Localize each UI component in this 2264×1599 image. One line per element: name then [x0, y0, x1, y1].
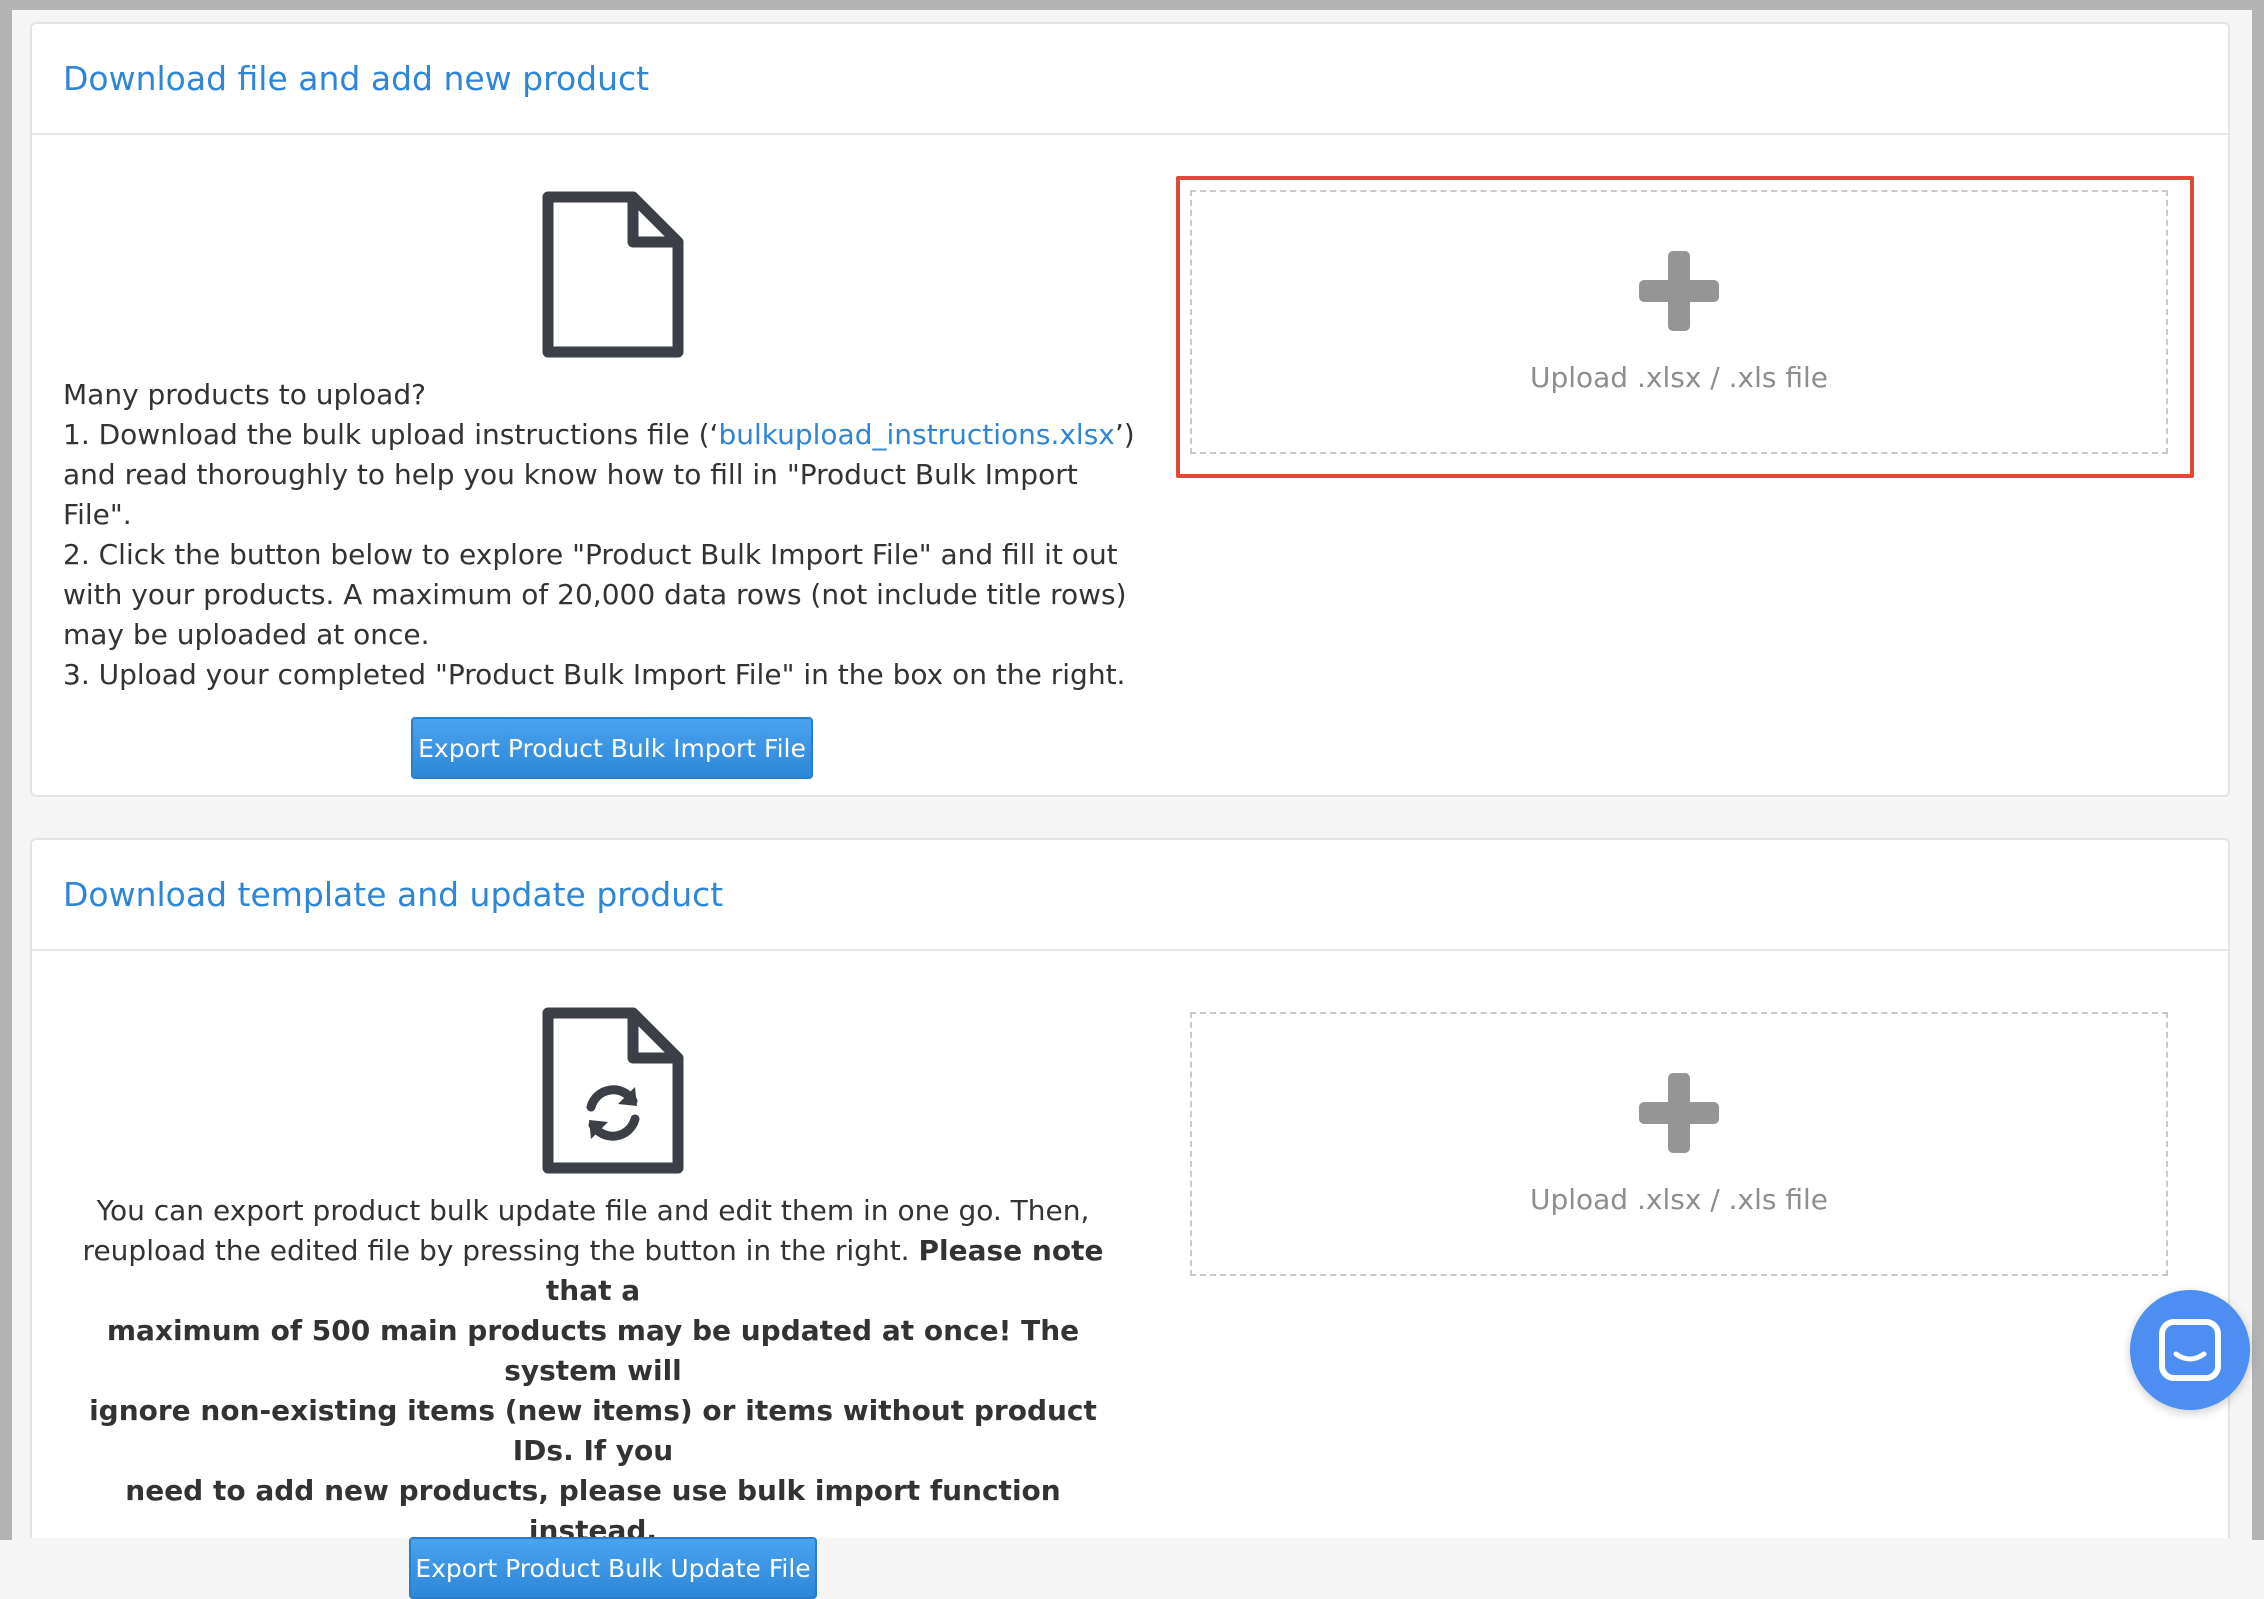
plus-icon: [1639, 250, 1719, 331]
add-product-panel-header: Download file and add new product: [32, 24, 2228, 135]
instructions-step1: 1. Download the bulk upload instructions…: [63, 418, 1135, 451]
upload-update-dropzone[interactable]: Upload .xlsx / .xls file: [1190, 1012, 2168, 1276]
instructions-intro: Many products to upload?: [63, 378, 426, 411]
instructions-step2-cont: with your products. A maximum of 20,000 …: [63, 578, 1127, 611]
instructions-step2-cont2: may be uploaded at once.: [63, 618, 430, 651]
chat-icon: [2159, 1319, 2221, 1381]
instructions-step2: 2. Click the button below to explore "Pr…: [63, 538, 1118, 571]
file-sync-icon: [542, 1007, 684, 1174]
update-line2: reupload the edited file by pressing the…: [82, 1234, 1104, 1307]
upload-import-label: Upload .xlsx / .xls file: [1529, 360, 1829, 394]
add-product-panel: Download file and add new product Many p…: [30, 22, 2230, 797]
update-product-panel: Download template and update product You…: [30, 838, 2230, 1599]
update-product-title: Download template and update product: [63, 875, 724, 914]
update-line1: You can export product bulk update file …: [96, 1194, 1090, 1227]
upload-import-dropzone[interactable]: Upload .xlsx / .xls file: [1190, 190, 2168, 454]
chat-button[interactable]: [2130, 1290, 2250, 1410]
update-line3: maximum of 500 main products may be upda…: [106, 1314, 1080, 1387]
instructions-step1-cont: and read thoroughly to help you know how…: [63, 458, 1078, 531]
add-product-title: Download file and add new product: [63, 59, 650, 98]
export-bulk-import-button[interactable]: Export Product Bulk Import File: [411, 717, 813, 779]
update-product-panel-header: Download template and update product: [32, 840, 2228, 951]
instructions-step3: 3. Upload your completed "Product Bulk I…: [63, 658, 1126, 691]
upload-update-label: Upload .xlsx / .xls file: [1529, 1182, 1829, 1216]
update-text: You can export product bulk update file …: [63, 1191, 1123, 1551]
instructions-file-link[interactable]: bulkupload_instructions.xlsx: [718, 418, 1114, 451]
export-bulk-update-button[interactable]: Export Product Bulk Update File: [409, 1537, 817, 1599]
file-icon: [542, 191, 684, 358]
plus-icon: [1639, 1072, 1719, 1153]
update-line4: ignore non-existing items (new items) or…: [89, 1394, 1097, 1467]
instructions-text: Many products to upload? 1. Download the…: [63, 375, 1143, 695]
